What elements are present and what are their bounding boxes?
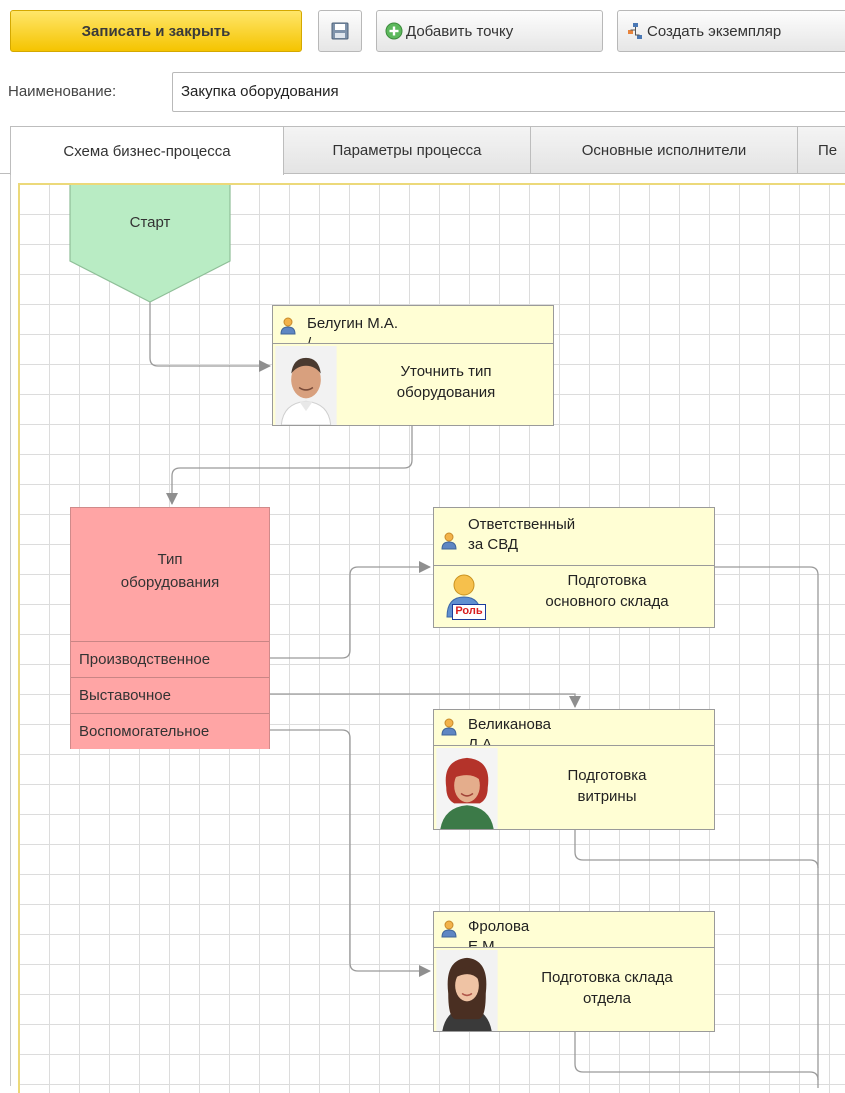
task-assignee: Белугин М.А. <box>307 315 399 332</box>
task-title-line: Уточнить тип <box>400 363 492 380</box>
user-icon <box>280 317 296 335</box>
task-assignee-cut: Л.А. <box>468 736 497 746</box>
panel-border <box>10 174 11 1086</box>
assignee-photo-woman <box>436 748 498 829</box>
decision-title-line: оборудования <box>120 574 220 591</box>
tab-main-performers[interactable]: Основные исполнители <box>530 126 798 174</box>
decision-branch-exhibition[interactable]: Выставочное <box>71 677 269 713</box>
process-instance-icon <box>628 23 642 39</box>
create-instance-label: Создать экземпляр <box>647 22 782 40</box>
connector-task4-out <box>574 1032 819 1081</box>
task-title-line: Подготовка <box>567 767 647 784</box>
save-button[interactable] <box>318 10 362 52</box>
task-title-line: Подготовка склада <box>541 969 673 986</box>
tab-label: Схема бизнес-процесса <box>63 142 231 160</box>
tab-process-parameters[interactable]: Параметры процесса <box>283 126 531 174</box>
task-assignee: Ответственный <box>468 516 576 533</box>
task-title-line: витрины <box>577 788 637 805</box>
task-assignee-cut: Е.М. <box>468 938 499 948</box>
user-icon <box>441 920 457 938</box>
task-assignee-cut: / <box>307 335 312 344</box>
name-input[interactable]: Закупка оборудования <box>172 72 845 112</box>
process-diagram-canvas[interactable]: Старт Белугин М.А. / Уточнить тип оборуд… <box>18 183 845 1093</box>
decision-title-line: Тип <box>157 551 183 568</box>
connector-branch2-to-task3 <box>270 693 581 708</box>
save-and-close-button[interactable]: Записать и закрыть <box>10 10 302 52</box>
task-assignee: Великанова <box>468 716 551 733</box>
assignee-photo-man <box>275 346 337 425</box>
connector-start-to-task1 <box>149 302 271 372</box>
tab-label: Основные исполнители <box>581 141 747 159</box>
tab-label: Параметры процесса <box>332 141 482 159</box>
add-point-button[interactable]: Добавить точку <box>376 10 603 52</box>
task-node-showcase[interactable]: Великанова Л.А. Подготовка витрины <box>433 709 715 830</box>
task-node-department-warehouse[interactable]: Фролова Е.М. Подготовка склада отдела <box>433 911 715 1032</box>
task-title-line: Подготовка <box>567 572 647 589</box>
create-instance-button[interactable]: Создать экземпляр <box>617 10 845 52</box>
connector-task3-out <box>574 830 819 869</box>
user-icon <box>441 718 457 736</box>
task-assignee: Фролова <box>468 918 530 935</box>
task-title-line: основного склада <box>545 593 669 610</box>
task-assignee: за СВД <box>468 536 519 553</box>
connector-branch1-to-task2 <box>270 561 431 659</box>
user-icon <box>441 532 457 550</box>
task-title-line: оборудования <box>396 384 496 401</box>
tab-process-schema[interactable]: Схема бизнес-процесса <box>10 126 284 175</box>
start-node[interactable] <box>68 185 234 305</box>
role-badge: Роль <box>452 604 486 620</box>
task-title-line: отдела <box>582 990 632 1007</box>
task-node-main-warehouse[interactable]: Ответственный за СВД Роль Подготовка осн… <box>433 507 715 628</box>
decision-branch-auxiliary[interactable]: Воспомогательное <box>71 713 269 749</box>
decision-branch-production[interactable]: Производственное <box>71 641 269 677</box>
role-avatar: Роль <box>440 572 490 624</box>
decision-node-equipment-type[interactable]: Тип оборудования Производственное Выстав… <box>70 507 270 749</box>
save-and-close-label: Записать и закрыть <box>81 22 231 40</box>
tab-more[interactable]: Пе <box>797 126 845 174</box>
connector-task2-out <box>714 566 819 1088</box>
name-field-label: Наименование: <box>8 83 117 100</box>
tab-label: Пе <box>818 141 838 159</box>
assignee-photo-woman <box>436 950 498 1031</box>
plus-circle-icon <box>385 22 403 40</box>
connector-task1-to-decision <box>166 426 413 505</box>
connector-branch3-to-task4 <box>270 729 431 977</box>
task-node-clarify-type[interactable]: Белугин М.А. / Уточнить тип оборудования <box>272 305 554 426</box>
floppy-disk-icon <box>331 22 349 40</box>
start-node-label: Старт <box>129 214 171 231</box>
add-point-label: Добавить точку <box>406 22 514 40</box>
